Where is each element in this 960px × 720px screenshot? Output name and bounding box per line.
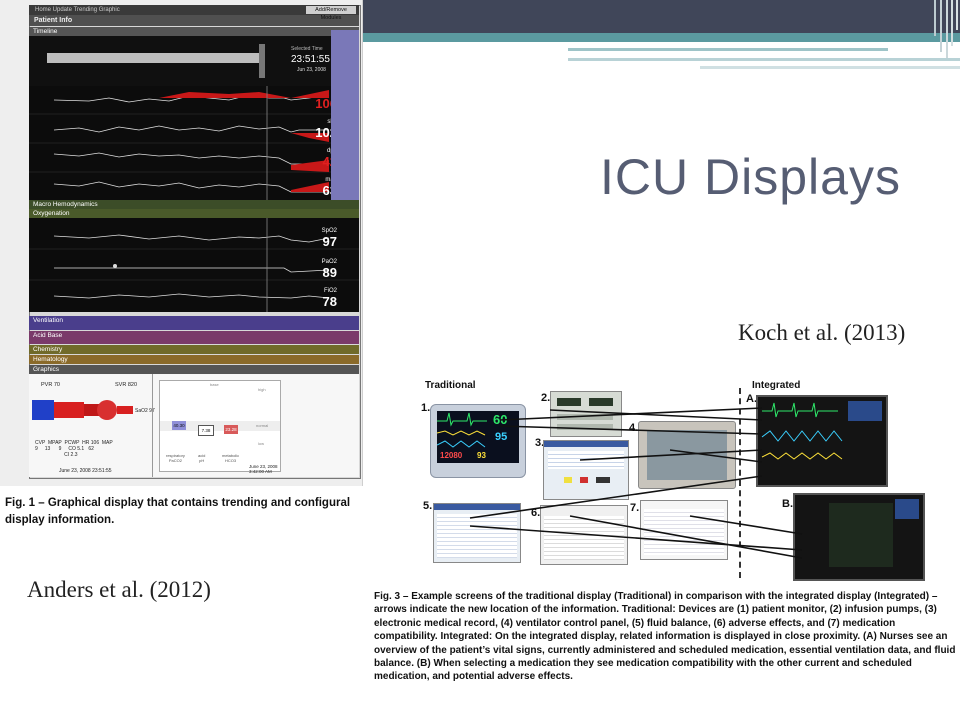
section-graphics[interactable]: Graphics — [29, 365, 359, 374]
level-normal: normal — [256, 423, 269, 428]
paco2-bar: 40.30 — [172, 421, 186, 430]
section-chemistry[interactable]: Chemistry — [29, 345, 359, 354]
figure-1-caption: Fig. 1 – Graphical display that contains… — [5, 497, 351, 526]
acid-base-timestamp: June 23, 2008 3:42:00 AM — [249, 464, 278, 474]
acid-base-graphic: 40.30 7.38 23.28 respiratory PaCO2 acid … — [159, 380, 281, 472]
pvr-label: PVR 70 — [41, 382, 60, 388]
section-ventilation[interactable]: Ventilation — [29, 316, 359, 330]
selected-time-label: Selected Time — [291, 46, 323, 52]
device-label-1: 1. — [421, 402, 431, 414]
hemodynamics-charts: hr 106 sbp 102 dpb 42 map 63 — [29, 86, 359, 200]
slide-decor-line — [700, 66, 960, 69]
selected-time: 23:51:55 — [291, 54, 330, 65]
hemodynamic-params: CVP MPAP PCWP HR 106 MAP 9 13 9 CO 5.1 6… — [35, 440, 113, 458]
oxygenation-header: Oxygenation — [29, 209, 359, 218]
section-hematology[interactable]: Hematology — [29, 355, 359, 364]
patient-info-bar: Patient Info — [29, 15, 359, 26]
section-acid-base[interactable]: Acid Base — [29, 331, 359, 344]
ph-label: acid pH — [198, 453, 206, 463]
hemodynamics-header: Macro Hemodynamics — [29, 200, 359, 209]
vital-fio2: FiO2 78 — [322, 288, 337, 309]
patient-info-label: Patient Info — [34, 17, 73, 24]
arrows-overlay — [469, 407, 803, 559]
hco3-bar: 23.28 — [224, 425, 238, 434]
ph-bar: 7.38 — [198, 425, 214, 436]
timeline-slider-handle[interactable] — [259, 44, 265, 78]
graphics-timestamp: June 23, 2008 23:51:55 — [59, 468, 112, 474]
timeline-track[interactable] — [47, 53, 261, 63]
level-high: high — [258, 387, 266, 392]
vital-spo2: SpO2 97 — [321, 228, 337, 249]
oxygenation-charts: SpO2 97 PaO2 89 FiO2 78 — [29, 218, 359, 312]
timeline-panel: Selected Time 23:51:55 Jun 23, 2008 — [29, 36, 359, 86]
graphics-panel: PVR 70 SVR 820 SaO2 97 CVP MPAP PCWP HR … — [29, 374, 359, 477]
graphics-divider — [152, 374, 153, 477]
add-remove-modules-button[interactable]: Add/Remove Modules — [306, 6, 356, 21]
hco3-label: metabolic HCO3 — [222, 453, 240, 463]
level-base: base — [210, 382, 219, 387]
svr-label: SVR 820 — [115, 382, 138, 388]
selected-date: Jun 23, 2008 — [297, 67, 326, 73]
level-low: low — [258, 441, 265, 446]
timeline-header: Timeline — [29, 27, 359, 36]
slide-title: ICU Displays — [600, 149, 901, 205]
paco2-label: respiratory PaCO2 — [166, 453, 185, 463]
citation-anders: Anders et al. (2012) — [27, 577, 211, 602]
figure-3-caption: Fig. 3 – Example screens of the traditio… — [374, 591, 956, 683]
vital-pao2: PaO2 89 — [321, 259, 337, 280]
citation-koch: Koch et al. (2013) — [738, 320, 906, 345]
